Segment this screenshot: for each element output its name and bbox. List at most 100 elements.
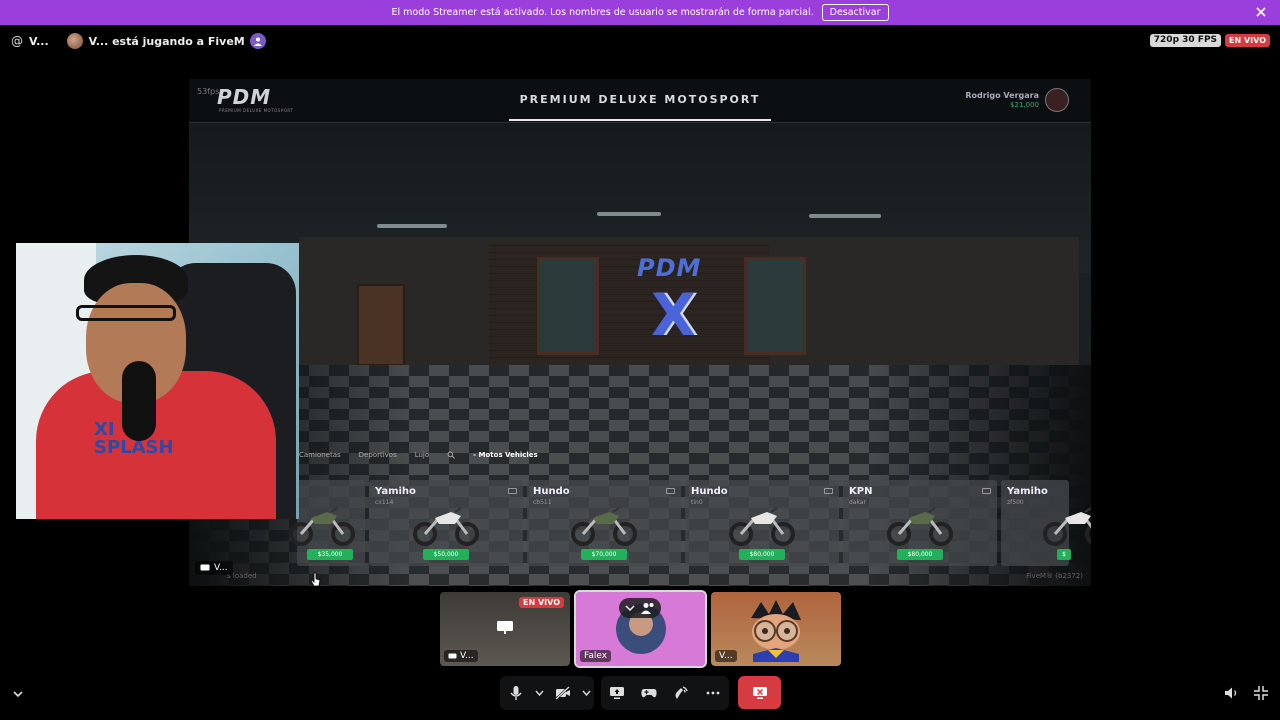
vehicle-model: tin0 [691,499,703,506]
motorcycle-icon [887,507,953,546]
vehicle-price[interactable]: $80,000 [739,549,785,560]
people-icon [641,603,654,614]
participant-tile[interactable]: V... [711,592,841,666]
camera-options-button[interactable] [578,676,594,710]
ceiling-light [809,214,881,218]
activities-button[interactable] [633,676,665,710]
soundboard-button[interactable] [665,676,697,710]
chevron-down-icon[interactable] [11,687,25,701]
vehicle-card[interactable]: Hundo cb511 $70,000 [527,480,681,566]
fps-counter: 53fps [197,87,220,96]
call-controls [0,676,1280,710]
quality-badge: 720p 30 FPS [1149,34,1222,47]
volume-icon[interactable] [1223,685,1239,701]
vehicle-price[interactable]: $50,000 [423,549,469,560]
wall-x-logo: X [651,281,696,349]
scene-window [744,257,806,355]
more-icon [706,691,720,695]
vehicle-card[interactable]: Yamiho zf500 $ [1001,480,1091,566]
vehicle-price[interactable]: $70,000 [581,549,627,560]
deactivate-button[interactable]: Desactivar [821,4,889,21]
close-icon[interactable] [1254,5,1268,19]
screen-share-icon [496,620,514,634]
banner-text: El modo Streamer está activado. Los nomb… [391,7,814,18]
vehicle-price[interactable]: $80,000 [897,549,943,560]
category-tabs: Camionetas Deportivos Lujo - Motos Vehic… [299,451,538,459]
vehicle-card-corner-icon [508,488,517,494]
exit-fullscreen-icon[interactable] [1253,685,1269,701]
tile-name: Falex [584,651,608,661]
share-screen-button[interactable] [601,676,633,710]
tile-actions[interactable] [619,598,661,618]
live-badge: EN VIVO [1225,34,1270,47]
tile-label: V... [444,650,478,662]
camera-off-icon [554,686,570,700]
vehicle-brand: KPN [849,486,873,497]
vehicle-card-corner-icon [824,488,833,494]
motorcycle-icon [571,507,637,546]
tab-camionetas[interactable]: Camionetas [299,451,341,459]
vehicle-card-corner-icon [666,488,675,494]
vehicle-card[interactable]: Yamiho cx114 $50,000 [369,480,523,566]
participant-tile[interactable]: Falex [574,590,707,668]
microphone [122,361,156,441]
participant-tiles: EN VIVO V... Falex V... [440,590,841,668]
stream-tag-label: V... [214,563,228,573]
vehicle-brand: Hundo [533,486,570,497]
game-app-icon [249,33,266,49]
chevron-down-icon [625,605,635,612]
camera-button[interactable] [547,676,578,710]
chevron-down-icon [582,690,591,696]
screen-share-icon [200,564,210,571]
stream-view[interactable]: PDM X 53fps PDM PREMIUM DELUXE MOTOSPORT… [189,79,1091,586]
scene-brick-wall [489,244,769,364]
pdm-logo-sub: PREMIUM DELUXE MOTOSPORT [219,108,294,113]
tile-label: Falex [580,650,612,662]
fivem-version: FiveM® (b2372) [1026,572,1083,580]
vehicle-card-corner-icon [982,488,991,494]
vehicle-price[interactable]: $35,000 [307,549,353,560]
mic-options-button[interactable] [531,676,547,710]
tile-name: V... [719,651,733,661]
more-options-button[interactable] [697,676,729,710]
pdm-logo: PDM [217,85,272,109]
scene-window [537,257,599,355]
tab-motos[interactable]: - Motos Vehicles [473,451,538,459]
ceiling-light [597,212,661,216]
scene-door [357,284,405,366]
vehicle-cards: $35,000 Yamiho cx114 $50,000 Hundo cb511 $70,0… [289,480,1091,566]
search-icon[interactable] [447,451,456,459]
leave-stream-icon [752,686,767,699]
audio-video-group [500,676,594,710]
gamepad-icon [641,689,657,698]
webcam-overlay: XI SPLASH [16,243,299,519]
motorcycle-icon [1043,507,1091,546]
vehicle-card[interactable]: Hundo tin0 $80,000 [685,480,839,566]
wall-logo: PDM [637,254,702,282]
tab-deportivos[interactable]: Deportivos [359,451,397,459]
participant-tile[interactable]: EN VIVO V... [440,592,570,666]
tab-lujo[interactable]: Lujo [415,451,429,459]
chevron-down-icon [535,690,544,696]
microphone-button[interactable] [500,676,531,710]
avatar[interactable] [66,33,83,49]
cursor-icon [310,572,322,588]
vehicle-model: cx114 [375,499,394,506]
tile-name: V... [460,651,474,661]
vehicle-price[interactable]: $ [1057,549,1071,560]
vehicle-brand: Yamiho [375,486,416,497]
vehicle-brand: Yamiho [1007,486,1048,497]
vehicle-card[interactable]: $35,000 [289,480,365,566]
vehicle-card[interactable]: KPN dakar $80,000 [843,480,997,566]
player-avatar [1045,88,1069,112]
ceiling-light [377,224,447,228]
streamer-mode-banner: El modo Streamer está activado. Los nomb… [0,0,1280,25]
activity-text: V... está jugando a FiveM [88,34,245,48]
microphone-icon [510,686,522,700]
shop-topbar: 53fps PDM PREMIUM DELUXE MOTOSPORT PREMI… [189,79,1091,123]
leave-call-button[interactable] [738,676,781,709]
soundboard-icon [675,686,688,699]
vehicle-model: cb511 [533,499,552,506]
player-name: Rodrigo Vergara [965,91,1039,100]
channel-user[interactable]: V... [29,35,49,48]
